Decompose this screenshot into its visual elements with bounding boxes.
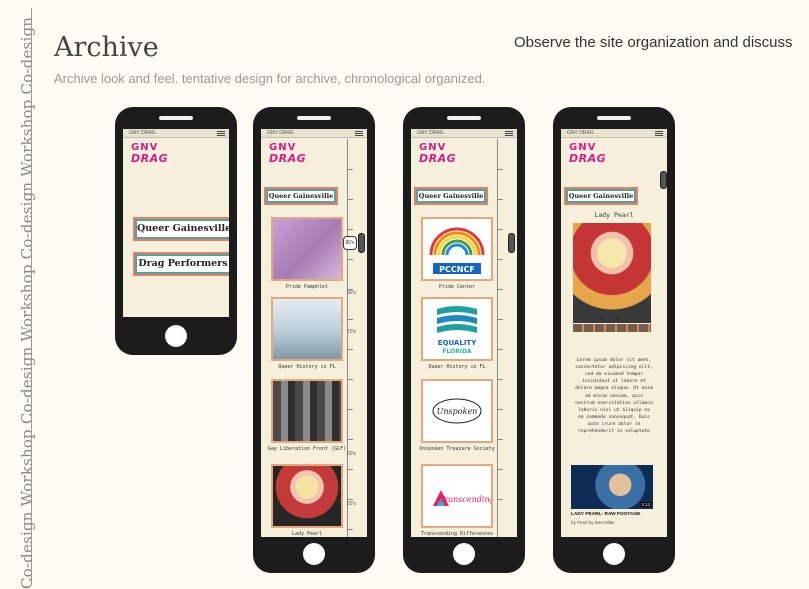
menu-icon[interactable] [505,131,513,136]
phone-speaker [297,116,331,120]
video-title[interactable]: LADY PEARL: RAW FOOTAGE [571,512,640,517]
menu-icon[interactable] [655,131,663,136]
phone-mockup-organizations: GNV DRAG GNV DRAG Queer Gainesville PCCNC… [403,107,525,573]
rainbow-logo-icon: PCCNCF [429,227,485,274]
gnv-drag-logo[interactable]: GNV DRAG [569,143,606,165]
phone-screen: GNV DRAG GNV DRAG Queer Gainesville Drag … [123,129,229,317]
video-duration: 3:12 [640,502,651,507]
equality-florida-logo-icon: EQUALITY FLORIDA [437,306,477,355]
gnv-drag-logo[interactable]: GNV DRAG [419,143,456,165]
timeline-rail[interactable] [347,139,365,537]
performer-bio: Lorem ipsum dolor sit amet, consectetur … [575,358,653,435]
phone-speaker [597,116,631,120]
archive-card-image[interactable] [271,297,343,361]
phone-screen: GNV DRAG GNV DRAG Queer Gainesville PCCNC… [411,129,517,537]
decade-label: 50's [347,501,357,507]
org-card-caption: Transcending Differences [420,531,494,537]
top-bar: GNV DRAG [123,129,229,138]
gnv-drag-logo[interactable]: GNV DRAG [131,143,168,165]
phone-speaker [447,116,481,120]
archive-card-caption: Pride Pamphlet [285,284,329,290]
archive-card-image[interactable] [271,464,343,528]
top-bar: GNV DRAG [411,129,517,138]
queer-gainesville-chip[interactable]: Queer Gainesville [566,189,636,203]
home-button[interactable] [603,543,625,565]
phone-speaker [159,116,193,120]
svg-text:Transcending: Transcending [439,495,491,504]
org-card-unspoken[interactable]: Unspoken [421,379,493,443]
carousel-next-icon[interactable]: ▶ [617,315,622,322]
archive-card-image[interactable] [271,217,343,281]
phone-mockup-performer-detail: GNV DRAG GNV DRAG Queer Gainesville Lady … [553,107,675,573]
menu-icon[interactable] [355,131,363,136]
page-title: Archive [54,32,159,63]
org-card-equality-florida[interactable]: EQUALITY FLORIDA [421,297,493,361]
top-bar: GNV DRAG [561,129,667,138]
phone-mockup-archive-timeline: GNV DRAG GNV DRAG Queer Gainesville 80's … [253,107,375,573]
menu-icon[interactable] [217,131,225,136]
video-subtitle: by Pearl by Bea Miller [571,520,615,525]
home-button[interactable] [453,543,475,565]
page-scroll-handle[interactable] [660,171,667,189]
side-strip: Co-design Workshop Co-design Workshop Co… [0,0,36,589]
org-card-pccncf[interactable]: PCCNCF [421,217,493,281]
decade-label: 70's [347,329,357,335]
queer-gainesville-button[interactable]: Queer Gainesville [135,219,229,239]
top-bar-label: GNV DRAG [267,130,294,136]
org-card-caption: Queer History in FL [428,364,486,370]
queer-gainesville-chip[interactable]: Queer Gainesville [266,189,336,203]
photo-carousel[interactable] [573,324,651,332]
phone-mockup-home: GNV DRAG GNV DRAG Queer Gainesville Drag … [115,107,237,355]
phone-screen: GNV DRAG GNV DRAG Queer Gainesville Lady … [561,129,667,537]
page-subtitle: Archive look and feel. tentative design … [54,71,486,86]
top-bar-label: GNV DRAG [567,130,594,136]
drag-performers-button[interactable]: Drag Performers [135,254,229,274]
phone-screen: GNV DRAG GNV DRAG Queer Gainesville 80's … [261,129,367,537]
top-bar: GNV DRAG [261,129,367,138]
org-card-transcending[interactable]: Transcending [421,464,493,528]
timeline-rail[interactable] [497,139,515,537]
carousel-prev-icon[interactable]: ◀ [599,315,604,322]
svg-text:EQUALITY: EQUALITY [438,339,477,347]
archive-card-caption: Lady Pearl [291,531,323,537]
top-bar-label: GNV DRAG [129,130,156,136]
org-card-caption: Unspoken Treasure Society [419,446,495,452]
discussion-prompt: Observe the site organization and discus… [514,34,793,51]
top-bar-label: GNV DRAG [417,130,444,136]
vertical-workshop-label: Co-design Workshop Co-design Workshop Co… [18,16,36,589]
archive-card-caption: Gay Liberation Front (GLF) [267,446,347,452]
performer-photo[interactable] [573,223,651,323]
video-thumbnail[interactable]: 3:12 [571,465,653,509]
unspoken-treasure-logo-icon: Unspoken [432,398,482,424]
svg-text:FLORIDA: FLORIDA [442,348,472,355]
gnv-drag-logo[interactable]: GNV DRAG [269,143,306,165]
org-card-caption: Pride Center [438,284,476,290]
timeline-scroll-handle[interactable] [508,233,515,253]
performer-name: Lady Pearl [594,211,634,219]
home-button[interactable] [303,543,325,565]
transcending-logo-icon: Transcending [433,490,491,506]
archive-card-caption: Queer History in FL [278,364,336,370]
selected-decade-marker[interactable]: 80's [343,236,357,250]
queer-gainesville-chip[interactable]: Queer Gainesville [416,189,486,203]
archive-card-image[interactable] [271,379,343,443]
decade-label: 90's [347,290,357,296]
svg-text:Unspoken: Unspoken [437,407,478,416]
timeline-scroll-handle[interactable] [358,233,365,253]
svg-text:PCCNCF: PCCNCF [439,265,475,274]
home-button[interactable] [165,325,187,347]
